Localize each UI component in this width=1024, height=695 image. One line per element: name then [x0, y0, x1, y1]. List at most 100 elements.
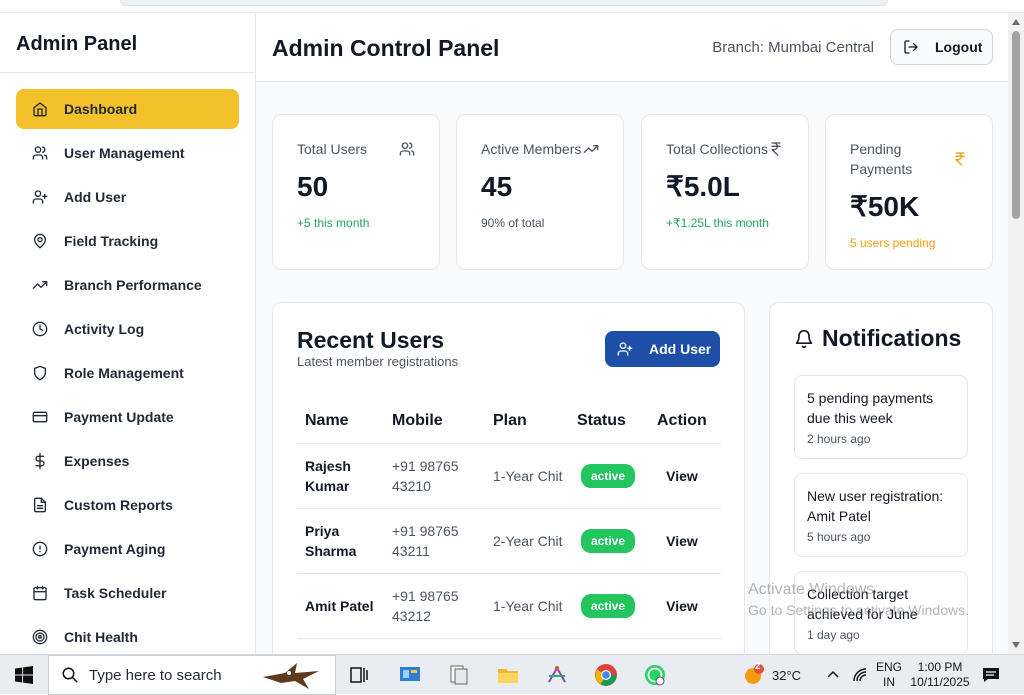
clock[interactable]: 1:00 PM 10/11/2025	[910, 655, 970, 695]
weather-temp: 32°C	[772, 667, 802, 683]
sidebar-item-label: Branch Performance	[64, 277, 202, 293]
clock-date: 10/11/2025	[910, 675, 970, 689]
status-cell: active	[569, 508, 649, 574]
sidebar-item-custom-reports[interactable]: Custom Reports	[16, 485, 239, 525]
add-user-button[interactable]: Add User	[605, 331, 720, 367]
app-switch-icon[interactable]	[545, 663, 569, 687]
notification-center-button[interactable]	[982, 655, 1000, 695]
sidebar-item-activity-log[interactable]: Activity Log	[16, 309, 239, 349]
logout-label: Logout	[935, 39, 983, 55]
page-header: Admin Control Panel Branch: Mumbai Centr…	[256, 13, 1008, 82]
address-bar-edge[interactable]	[120, 0, 888, 6]
bird-decoration-icon	[263, 663, 319, 689]
trending-up-icon	[583, 141, 599, 157]
chrome-icon[interactable]	[594, 663, 618, 687]
search-placeholder: Type here to search	[89, 666, 222, 684]
view-link[interactable]: View	[657, 596, 707, 616]
recent-users-table: Name Mobile Plan Status Action Rajesh Ku…	[297, 399, 721, 639]
shield-icon	[32, 365, 48, 381]
start-button[interactable]	[0, 655, 48, 695]
status-cell: active	[569, 443, 649, 509]
sidebar-item-label: Task Scheduler	[64, 585, 167, 601]
sidebar-item-label: User Management	[64, 145, 185, 161]
scroll-up-arrow-icon[interactable]	[1012, 19, 1020, 25]
sidebar-item-label: Chit Health	[64, 629, 138, 645]
sidebar-item-branch-performance[interactable]: Branch Performance	[16, 265, 239, 305]
sidebar-item-label: Field Tracking	[64, 233, 159, 249]
alert-circle-icon	[32, 541, 48, 557]
notifications-header: Notifications	[794, 325, 961, 352]
notification-item[interactable]: 5 pending payments due this week 2 hours…	[794, 375, 968, 459]
rupee-icon	[768, 141, 784, 157]
sidebar-item-payment-update[interactable]: Payment Update	[16, 397, 239, 437]
task-view-icon[interactable]	[347, 663, 371, 687]
user-mobile: +91 98765 43211	[384, 508, 485, 574]
chevron-up-icon	[827, 670, 839, 678]
sidebar-item-role-management[interactable]: Role Management	[16, 353, 239, 393]
documents-icon[interactable]	[447, 663, 471, 687]
sidebar-item-payment-aging[interactable]: Payment Aging	[16, 529, 239, 569]
control-panel-icon[interactable]	[398, 663, 422, 687]
sidebar-item-label: Payment Update	[64, 409, 174, 425]
rupee-icon	[952, 151, 968, 167]
stat-value: ₹5.0L	[666, 171, 740, 202]
notifications-title: Notifications	[822, 325, 962, 351]
scroll-down-arrow-icon[interactable]	[1012, 642, 1020, 648]
notification-message: 5 pending payments due this week	[807, 390, 934, 426]
user-name: Amit Patel	[297, 573, 384, 639]
notification-time: 2 hours ago	[807, 432, 871, 446]
whatsapp-icon[interactable]	[643, 663, 667, 687]
watermark-line-2: Go to Settings to activate Windows.	[748, 602, 969, 618]
taskbar-search-box[interactable]: Type here to search	[48, 655, 336, 695]
sidebar-item-chit-health[interactable]: Chit Health	[16, 617, 239, 657]
wifi-icon	[853, 668, 867, 682]
logout-button[interactable]: Logout	[890, 29, 993, 65]
language-code: ENG	[876, 660, 903, 674]
clock-icon	[32, 321, 48, 337]
region-code: IN	[883, 675, 895, 689]
status-cell: active	[569, 573, 649, 639]
network-status[interactable]	[852, 655, 868, 695]
stat-card-pending-payments: Pending Payments ₹50K 5 users pending	[825, 114, 993, 270]
show-hidden-icons-button[interactable]	[826, 655, 840, 695]
activate-windows-watermark: Activate Windows Go to Settings to activ…	[748, 578, 969, 622]
column-header-plan: Plan	[485, 399, 569, 444]
users-icon	[32, 145, 48, 161]
scrollbar-thumb[interactable]	[1012, 31, 1020, 219]
view-link[interactable]: View	[657, 466, 707, 486]
user-plus-icon	[617, 342, 633, 356]
table-header-row: Name Mobile Plan Status Action	[297, 399, 721, 444]
clock-time: 1:00 PM	[917, 660, 963, 674]
users-icon	[399, 141, 415, 157]
language-indicator[interactable]: ENG IN	[876, 655, 902, 695]
user-mobile: +91 98765 43212	[384, 573, 485, 639]
status-badge: active	[581, 463, 636, 488]
file-text-icon	[32, 497, 48, 513]
bell-icon	[795, 329, 813, 348]
notification-item[interactable]: New user registration: Amit Patel 5 hour…	[794, 473, 968, 557]
sidebar-item-field-tracking[interactable]: Field Tracking	[16, 221, 239, 261]
sidebar-item-label: Activity Log	[64, 321, 145, 337]
file-explorer-icon[interactable]	[496, 663, 520, 687]
sidebar: Admin Panel Dashboard User Management Ad…	[0, 13, 256, 654]
weather-widget[interactable]: 2 32°C	[742, 655, 801, 695]
recent-users-panel: Recent Users Latest member registrations…	[272, 302, 745, 654]
sidebar-item-dashboard[interactable]: Dashboard	[16, 89, 239, 129]
sidebar-item-user-management[interactable]: User Management	[16, 133, 239, 173]
trending-up-icon	[32, 277, 48, 293]
sidebar-item-label: Role Management	[64, 365, 184, 381]
sidebar-item-task-scheduler[interactable]: Task Scheduler	[16, 573, 239, 613]
calendar-icon	[32, 585, 48, 601]
sidebar-item-expenses[interactable]: Expenses	[16, 441, 239, 481]
target-icon	[32, 629, 48, 645]
page-scrollbar[interactable]	[1008, 13, 1024, 654]
status-badge: active	[581, 593, 636, 618]
table-row: Amit Patel +91 98765 43212 1-Year Chit a…	[297, 573, 721, 639]
main-content: Total Users 50 +5 this month Active Memb…	[256, 82, 1008, 654]
sidebar-item-label: Expenses	[64, 453, 130, 469]
action-cell: View	[649, 508, 721, 574]
action-cell: View	[649, 573, 721, 639]
sidebar-item-add-user[interactable]: Add User	[16, 177, 239, 217]
view-link[interactable]: View	[657, 531, 707, 551]
sidebar-item-label: Payment Aging	[64, 541, 166, 557]
